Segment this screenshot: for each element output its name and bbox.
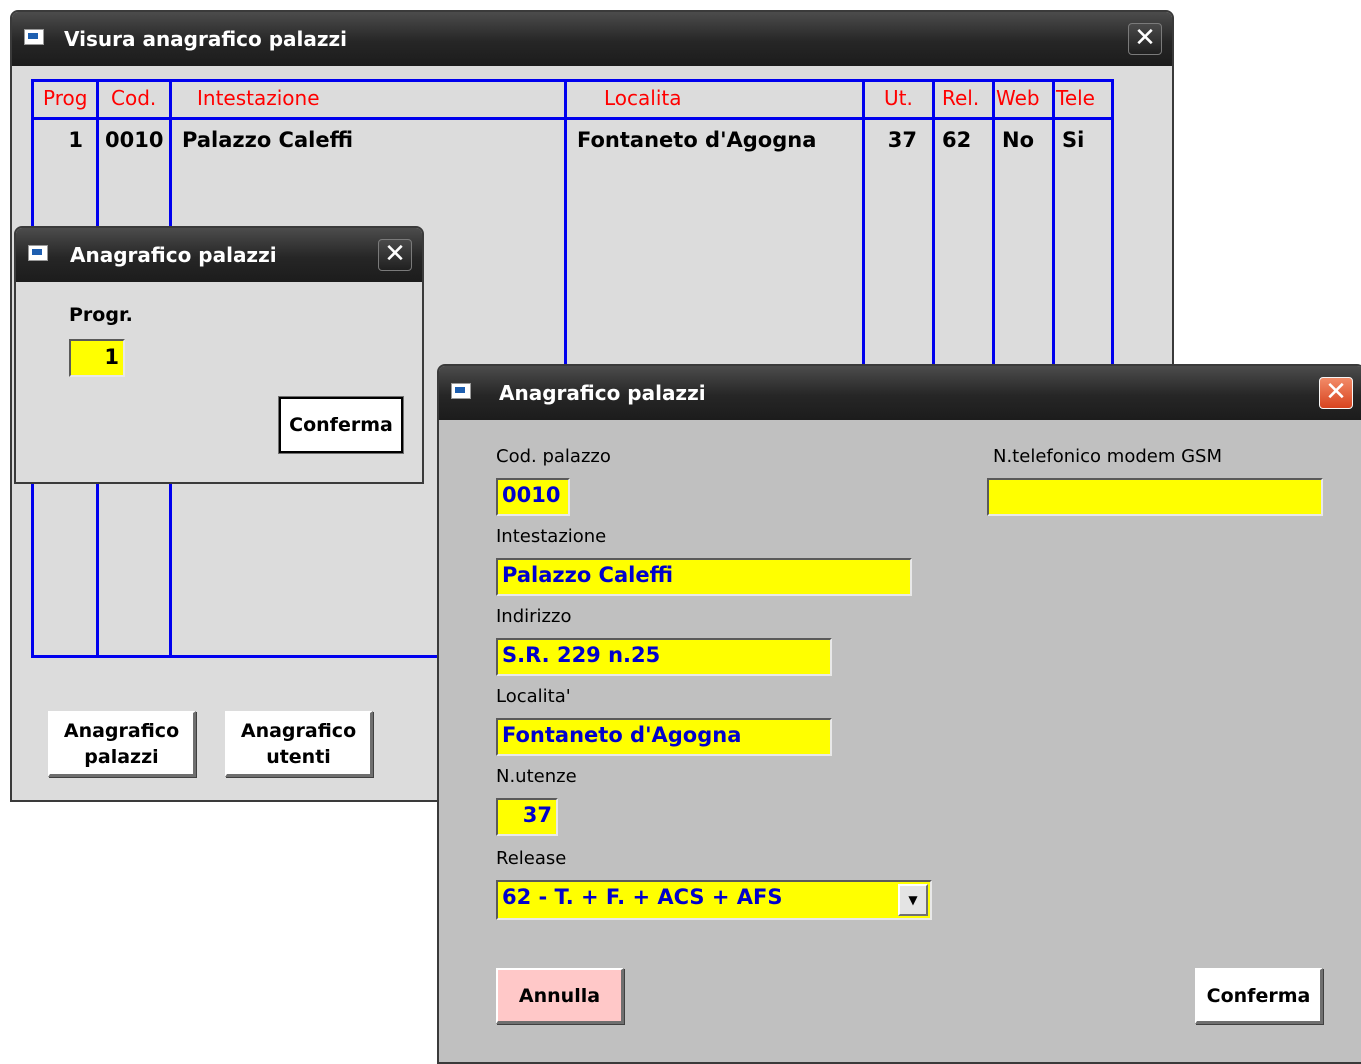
col-header-prog[interactable]: Prog <box>43 86 87 110</box>
indirizzo-label: Indirizzo <box>496 606 572 627</box>
edit-dialog-close-button[interactable]: ✕ <box>1319 377 1353 409</box>
cell-web: No <box>1002 128 1035 152</box>
cell-ut: 37 <box>887 128 917 152</box>
indirizzo-input[interactable]: S.R. 229 n.25 <box>496 638 832 676</box>
cell-tele: Si <box>1062 128 1085 152</box>
visura-title: Visura anagrafico palazzi <box>64 27 348 51</box>
localita-label: Localita' <box>496 686 571 707</box>
anagrafico-palazzi-button[interactable]: Anagrafico palazzi <box>48 711 196 777</box>
edit-dialog-title: Anagrafico palazzi <box>499 381 706 405</box>
progr-dialog-title: Anagrafico palazzi <box>70 243 277 267</box>
col-header-localita[interactable]: Localita <box>604 86 682 110</box>
button-label: Anagrafico <box>240 719 357 742</box>
release-label: Release <box>496 848 567 869</box>
progr-dialog: Anagrafico palazzi ✕ Progr. 1 Conferma <box>14 226 424 484</box>
col-header-rel[interactable]: Rel. <box>942 86 979 110</box>
release-select[interactable]: 62 - T. + F. + ACS + AFS ▼ <box>496 880 932 920</box>
cell-prog: 1 <box>68 128 83 152</box>
col-header-intestazione[interactable]: Intestazione <box>197 86 320 110</box>
progr-dialog-close-button[interactable]: ✕ <box>378 239 412 271</box>
col-header-cod[interactable]: Cod. <box>111 86 156 110</box>
edit-palazzo-dialog: Anagrafico palazzi ✕ Cod. palazzo 0010 I… <box>437 364 1361 1064</box>
cod-palazzo-label: Cod. palazzo <box>496 446 611 467</box>
gsm-input[interactable] <box>987 478 1323 516</box>
col-header-tele[interactable]: Tele <box>1056 86 1095 110</box>
cell-rel: 62 <box>942 128 972 152</box>
progr-label: Progr. <box>69 304 133 326</box>
release-selected-value: 62 - T. + F. + ACS + AFS <box>502 885 783 909</box>
app-icon <box>24 29 44 45</box>
localita-input[interactable]: Fontaneto d'Agogna <box>496 718 832 756</box>
button-label: utenti <box>266 745 331 768</box>
col-header-ut[interactable]: Ut. <box>884 86 913 110</box>
app-icon <box>451 383 471 399</box>
cell-intestazione: Palazzo Caleffi <box>182 128 353 152</box>
intestazione-input[interactable]: Palazzo Caleffi <box>496 558 912 596</box>
col-header-web[interactable]: Web <box>996 86 1040 110</box>
table-header-divider <box>34 117 1111 120</box>
progr-input[interactable]: 1 <box>69 339 125 377</box>
cell-localita: Fontaneto d'Agogna <box>577 128 817 152</box>
visura-titlebar[interactable]: Visura anagrafico palazzi ✕ <box>12 12 1172 66</box>
edit-confirm-button[interactable]: Conferma <box>1195 968 1323 1024</box>
app-icon <box>28 245 48 261</box>
progr-dialog-titlebar[interactable]: Anagrafico palazzi ✕ <box>16 228 422 282</box>
chevron-down-icon[interactable]: ▼ <box>898 884 928 916</box>
visura-close-button[interactable]: ✕ <box>1128 23 1162 55</box>
annulla-button[interactable]: Annulla <box>496 968 624 1024</box>
n-utenze-label: N.utenze <box>496 766 577 787</box>
gsm-label: N.telefonico modem GSM <box>993 446 1222 467</box>
edit-dialog-titlebar[interactable]: Anagrafico palazzi ✕ <box>439 366 1361 420</box>
intestazione-label: Intestazione <box>496 526 607 547</box>
progr-confirm-button[interactable]: Conferma <box>278 396 404 454</box>
cod-palazzo-input[interactable]: 0010 <box>496 478 570 516</box>
anagrafico-utenti-button[interactable]: Anagrafico utenti <box>225 711 373 777</box>
cell-cod: 0010 <box>105 128 164 152</box>
n-utenze-input[interactable]: 37 <box>496 798 558 836</box>
button-label: palazzi <box>84 745 159 768</box>
button-label: Anagrafico <box>63 719 180 742</box>
